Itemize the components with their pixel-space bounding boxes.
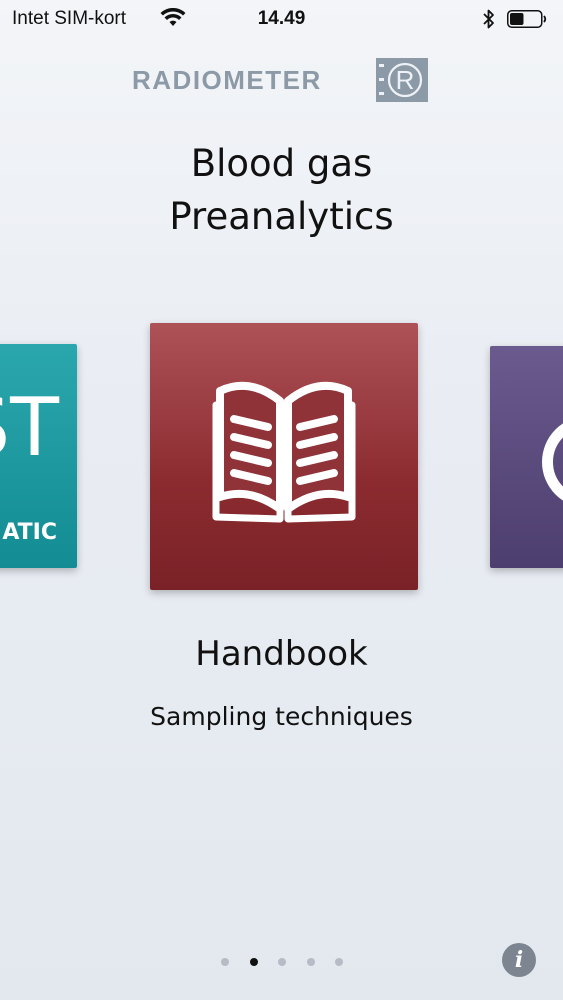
app-title-line-2: Preanalytics bbox=[169, 195, 394, 238]
carousel-item-subtitle: Sampling techniques bbox=[150, 702, 413, 731]
status-bar: Intet SIM-kort 14.49 bbox=[0, 0, 563, 40]
page-dot[interactable] bbox=[306, 958, 315, 966]
carousel-tile-next[interactable] bbox=[490, 346, 563, 568]
battery-icon bbox=[507, 10, 547, 28]
page-dot[interactable] bbox=[278, 958, 286, 966]
page-dot-active[interactable] bbox=[249, 958, 258, 966]
carousel-tile-handbook[interactable] bbox=[150, 323, 418, 590]
carousel-tile-previous[interactable]: ST ATIC bbox=[0, 344, 77, 568]
app-title-line-1: Blood gas bbox=[190, 142, 373, 185]
page-dot[interactable] bbox=[221, 958, 229, 966]
info-button[interactable]: i bbox=[502, 943, 536, 977]
logo-mark-letter: R bbox=[396, 65, 415, 95]
app-title: Blood gas Preanalytics bbox=[0, 137, 563, 243]
open-book-icon bbox=[212, 381, 356, 523]
tile-previous-small-text: ATIC bbox=[2, 520, 57, 545]
bluetooth-icon bbox=[483, 9, 494, 29]
clock: 14.49 bbox=[257, 8, 306, 29]
info-icon: i bbox=[514, 947, 524, 973]
page-indicator[interactable] bbox=[221, 958, 347, 968]
logo-text: RADIOMETER bbox=[132, 65, 322, 95]
ring-icon bbox=[542, 416, 563, 508]
radiometer-mark-icon: R bbox=[376, 58, 428, 102]
radiometer-logo: RADIOMETER R bbox=[132, 58, 432, 102]
tile-previous-big-text: ST bbox=[0, 381, 59, 474]
carousel-item-title: Handbook bbox=[195, 634, 368, 674]
page-dot[interactable] bbox=[335, 958, 343, 966]
